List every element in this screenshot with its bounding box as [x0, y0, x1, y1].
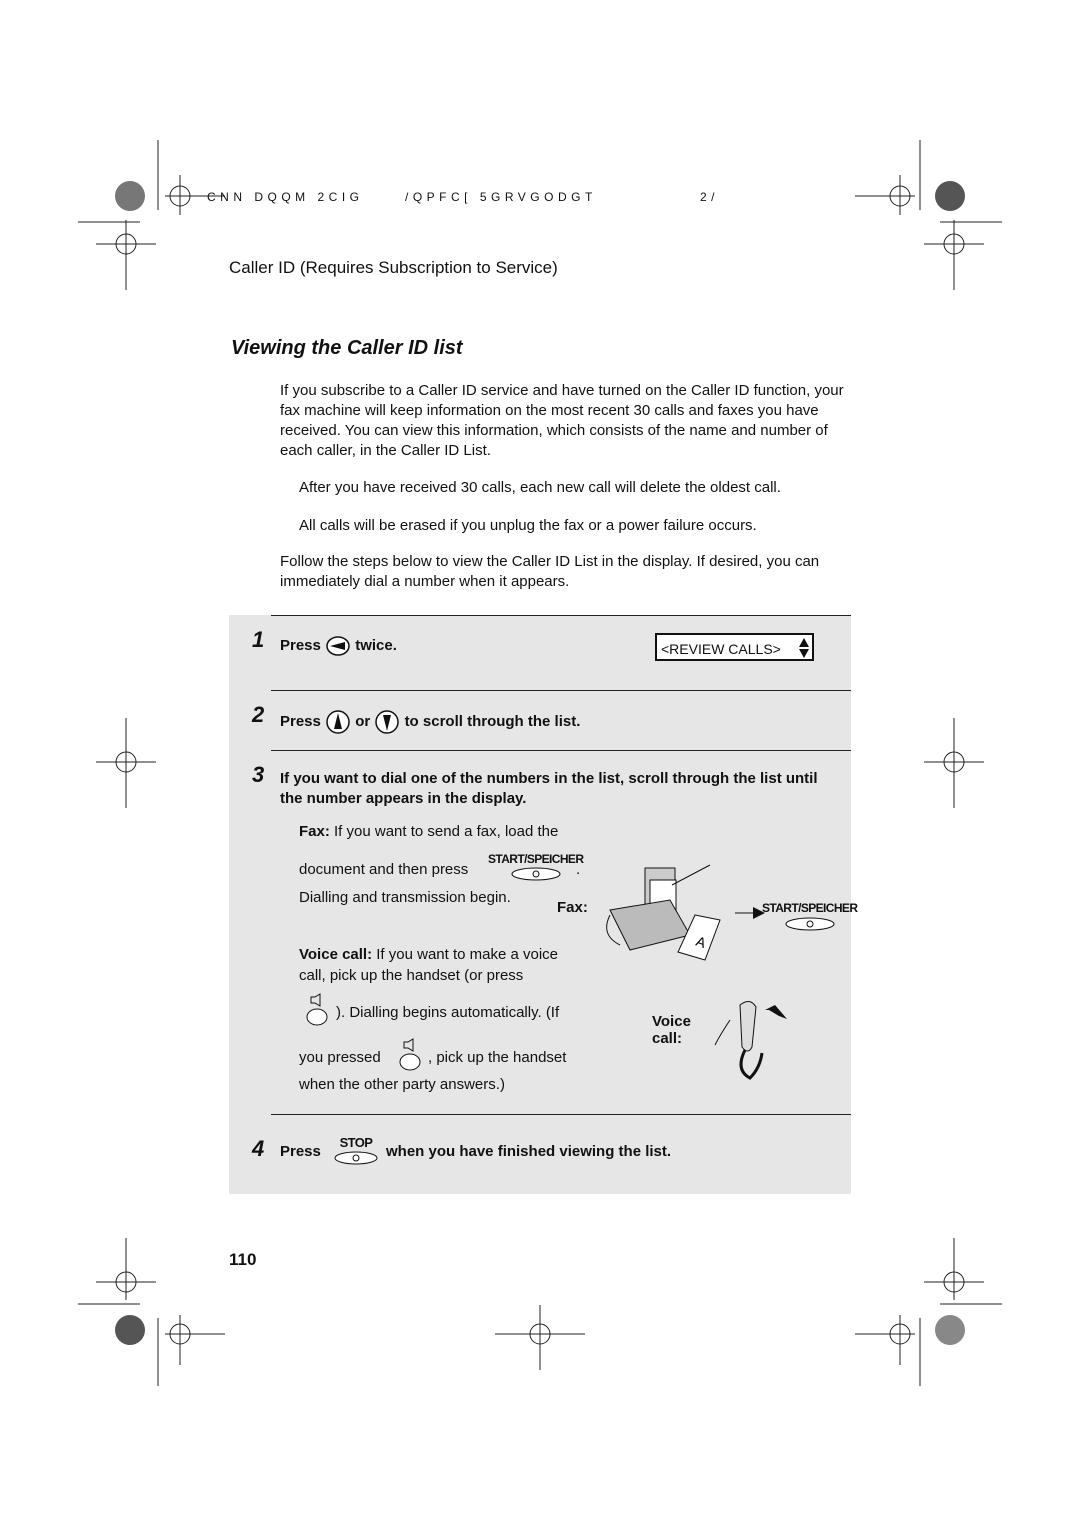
fax-text: If you want to send a fax, load the [334, 823, 559, 840]
start-button-icon [511, 867, 561, 881]
note-1: After you have received 30 calls, each n… [299, 479, 781, 496]
down-arrow-button-icon [375, 710, 400, 734]
stop-key: STOP [333, 1135, 379, 1171]
speaker-button-icon-2 [399, 1038, 421, 1071]
fax-instruction-3: Dialling and transmission begin. [299, 889, 511, 906]
up-arrow-button-icon [326, 710, 350, 734]
stop-button-icon [334, 1151, 378, 1165]
voice-text: If you want to make a voice [376, 946, 559, 963]
header-middle: /QPFC[ 5GRVGODGT [405, 190, 597, 204]
lcd-text: <REVIEW CALLS> [661, 641, 781, 657]
voice-text-2: call, pick up the handset (or press [299, 967, 524, 984]
arrow-right-icon [735, 907, 765, 919]
voice-instruction: Voice call: If you want to make a voice [299, 946, 558, 963]
fax-instruction: Fax: If you want to send a fax, load the [299, 823, 558, 840]
voice-text-4: you pressed [299, 1049, 381, 1066]
step-4-press: Press [280, 1143, 321, 1160]
voice-label: Voice call: [299, 946, 373, 963]
intro-paragraph: If you subscribe to a Caller ID service … [280, 382, 844, 459]
page-number: 110 [229, 1250, 257, 1269]
fax-label: Fax: [299, 823, 330, 840]
speaker-button-icon [306, 993, 328, 1026]
lcd-display: <REVIEW CALLS> [655, 633, 814, 661]
start-key-label: START/SPEICHER [488, 852, 584, 866]
note-2: All calls will be erased if you unplug t… [299, 517, 757, 534]
step-1-press: Press [280, 636, 321, 654]
fax-instruction-2: document and then press [299, 861, 468, 878]
manual-page: CNN DQQM 2CIG /QPFC[ 5GRVGODGT 2/ Caller… [0, 0, 1080, 1528]
start-key-inline: START/SPEICHER [488, 852, 584, 887]
fax-machine-illustration: A [606, 864, 721, 961]
step-2-number: 2 [252, 702, 265, 727]
step-2-press: Press [280, 712, 321, 730]
start-key-label-2: START/SPEICHER [762, 901, 858, 915]
step-3-number: 3 [252, 762, 265, 787]
voice-text-5: , pick up the handset [428, 1049, 567, 1066]
page-heading: Viewing the Caller ID list [231, 337, 463, 359]
fax-text-2: document and then press [299, 861, 469, 878]
start-key-illus: START/SPEICHER [762, 901, 858, 938]
step-2-text: Press or to scroll through the list. [280, 709, 580, 735]
voice-text-3: ). Dialling begins automatically. (If [336, 1004, 560, 1021]
left-arrow-button-icon [326, 636, 350, 656]
step-2-after: to scroll through the list. [404, 712, 581, 730]
up-down-arrows-icon [799, 638, 809, 658]
follow-paragraph: Follow the steps below to view the Calle… [280, 553, 820, 590]
start-button-icon-2 [785, 917, 835, 931]
step-1-text: Press twice. [280, 635, 397, 657]
voice-text-6: when the other party answers.) [299, 1076, 505, 1093]
handset-illustration [714, 1001, 787, 1080]
step-1-number: 1 [252, 627, 265, 652]
step-4-after: when you have finished viewing the list. [386, 1143, 672, 1160]
illus-voice-label: Voice call: [652, 1013, 691, 1047]
header-left: CNN DQQM 2CIG [207, 190, 364, 204]
section-title: Caller ID (Requires Subscription to Serv… [229, 258, 558, 277]
step-1-after: twice. [355, 636, 397, 654]
step-3-text: If you want to dial one of the numbers i… [280, 770, 818, 807]
stop-key-label: STOP [339, 1135, 373, 1150]
step-2-or: or [355, 712, 371, 730]
illus-fax-label: Fax: [557, 899, 588, 916]
header-right: 2/ [700, 190, 720, 204]
step-4-number: 4 [252, 1136, 265, 1161]
